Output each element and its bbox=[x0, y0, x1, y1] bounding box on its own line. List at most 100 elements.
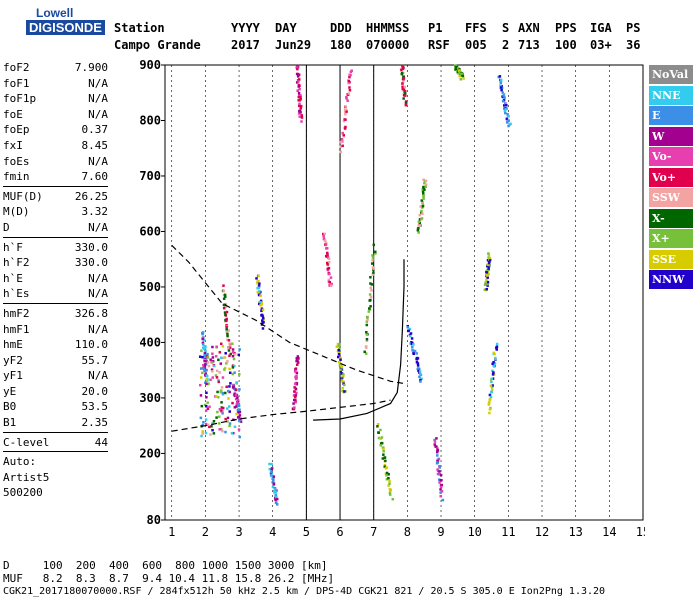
echo-point bbox=[504, 111, 507, 115]
echo-point bbox=[499, 78, 503, 82]
echo-point bbox=[439, 473, 443, 477]
echo-point bbox=[235, 412, 238, 416]
echo-point bbox=[201, 337, 204, 341]
echo-point bbox=[233, 425, 237, 429]
echo-point bbox=[202, 420, 205, 424]
x-tick-label: 15 bbox=[636, 525, 645, 539]
echo-point bbox=[298, 87, 301, 91]
echo-point bbox=[506, 120, 509, 124]
echo-point bbox=[233, 406, 237, 409]
param-value: 8.45 bbox=[81, 138, 109, 152]
echo-point bbox=[227, 349, 231, 352]
echo-point bbox=[434, 445, 437, 448]
param-value: N/A bbox=[88, 287, 108, 301]
echo-point bbox=[211, 356, 215, 359]
param-value: N/A bbox=[88, 92, 108, 106]
echo-point bbox=[232, 385, 235, 389]
echo-point bbox=[220, 401, 223, 404]
echo-point bbox=[328, 272, 331, 276]
echo-point bbox=[488, 411, 491, 415]
echo-point bbox=[509, 122, 512, 126]
param-row-g4: hmE 110.0 bbox=[3, 337, 108, 353]
echo-point bbox=[237, 402, 241, 406]
param-value: 55.7 bbox=[81, 353, 109, 367]
echo-point bbox=[226, 332, 229, 336]
param-value: 2.35 bbox=[81, 416, 109, 430]
echo-point bbox=[274, 491, 277, 494]
echo-point bbox=[217, 380, 221, 384]
echo-point bbox=[224, 430, 227, 434]
echo-point bbox=[237, 428, 241, 431]
echo-point bbox=[270, 471, 273, 474]
footer-file-info: CGK21_2017180070000.RSF / 284fx512h 50 k… bbox=[3, 586, 606, 597]
y-tick-label: 800 bbox=[140, 113, 161, 127]
echo-point bbox=[388, 479, 391, 483]
legend-x: X+ bbox=[649, 229, 693, 248]
val-station: Campo Grande bbox=[114, 38, 201, 52]
hdr-p1: P1 bbox=[428, 21, 443, 35]
echo-point bbox=[404, 103, 408, 107]
echo-point bbox=[370, 262, 374, 265]
param-row-g1: foE N/A bbox=[3, 107, 108, 123]
echo-point bbox=[485, 271, 489, 274]
hdr-ps: PS bbox=[626, 21, 641, 35]
param-label: C-level bbox=[3, 435, 50, 449]
echo-point bbox=[372, 243, 376, 247]
echo-point bbox=[296, 359, 299, 363]
hdr-hhmmss: HHMMSS bbox=[366, 21, 410, 35]
hdr-ddd: DDD bbox=[330, 21, 352, 35]
val-day: Jun29 bbox=[275, 38, 312, 52]
echo-point bbox=[487, 267, 490, 270]
echo-point bbox=[417, 220, 421, 223]
echo-point bbox=[499, 86, 503, 89]
echo-point bbox=[225, 319, 228, 322]
param-row-g3: h`F 330.0 bbox=[3, 240, 108, 256]
echo-point bbox=[220, 356, 223, 360]
echo-point bbox=[494, 357, 497, 361]
param-label: foEp bbox=[3, 123, 30, 137]
echo-point bbox=[225, 328, 228, 331]
echo-point bbox=[416, 357, 420, 360]
echo-point bbox=[418, 213, 421, 217]
echo-point bbox=[415, 352, 418, 355]
echo-point bbox=[440, 478, 443, 482]
param-row-g3: h`E N/A bbox=[3, 271, 108, 287]
echo-point bbox=[297, 91, 301, 95]
echo-point bbox=[436, 454, 439, 457]
echo-point bbox=[209, 378, 212, 382]
echo-point bbox=[419, 373, 422, 376]
echo-point bbox=[215, 395, 218, 398]
echo-point bbox=[424, 179, 428, 183]
echo-point bbox=[205, 404, 208, 408]
echo-point bbox=[487, 403, 491, 406]
echo-point bbox=[438, 466, 442, 469]
echo-point bbox=[371, 259, 374, 262]
val-pps: 100 bbox=[555, 38, 577, 52]
x-tick-label: 8 bbox=[404, 525, 411, 539]
echo-point bbox=[236, 396, 239, 399]
echo-point bbox=[238, 388, 241, 391]
param-label: h`E bbox=[3, 271, 23, 285]
echo-point bbox=[340, 364, 343, 368]
echo-point bbox=[388, 482, 391, 485]
param-row-g1: fxI 8.45 bbox=[3, 138, 108, 154]
param-label: h`F2 bbox=[3, 256, 30, 270]
echo-point bbox=[343, 390, 346, 393]
echo-point bbox=[234, 394, 238, 397]
echo-point bbox=[341, 144, 344, 148]
echo-point bbox=[211, 352, 214, 355]
echo-point bbox=[487, 261, 491, 265]
echo-point bbox=[339, 368, 342, 372]
echo-point bbox=[231, 401, 234, 405]
echo-point bbox=[345, 95, 348, 99]
echo-point bbox=[225, 385, 228, 389]
param-label: foF1 bbox=[3, 76, 30, 90]
param-row-g4: hmF2 326.8 bbox=[3, 306, 108, 322]
echo-point bbox=[294, 395, 297, 399]
echo-point bbox=[212, 364, 216, 368]
echo-point bbox=[383, 456, 387, 459]
echo-point bbox=[461, 74, 465, 78]
echo-point bbox=[206, 401, 209, 404]
echo-point bbox=[323, 232, 326, 236]
echo-point bbox=[337, 344, 341, 348]
